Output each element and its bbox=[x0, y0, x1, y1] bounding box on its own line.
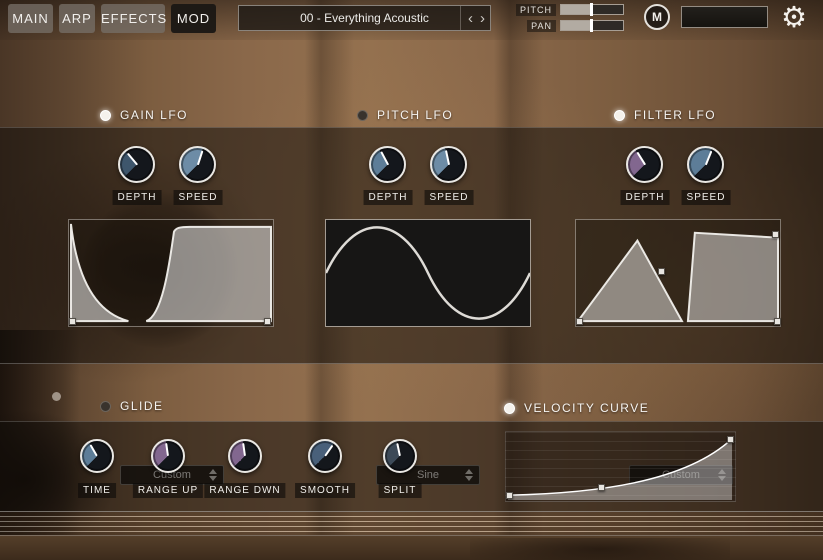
preset-prev-button[interactable]: ‹ bbox=[468, 11, 473, 26]
pitch-lfo-title: PITCH LFO bbox=[377, 108, 453, 122]
pitch-lfo-header: PITCH LFO bbox=[357, 108, 453, 122]
pitch-slider-fill bbox=[561, 5, 592, 14]
pitch-lfo-depth-knob[interactable] bbox=[369, 146, 406, 183]
knob-needle bbox=[242, 443, 246, 456]
glide-range-up-knob[interactable] bbox=[151, 439, 185, 473]
curve-handle[interactable] bbox=[69, 318, 76, 325]
gain-lfo-speed-knob[interactable] bbox=[179, 146, 216, 183]
level-meter bbox=[681, 6, 768, 28]
glide-title: GLIDE bbox=[120, 399, 164, 413]
curve-handle[interactable] bbox=[264, 318, 271, 325]
preset-nav: ‹ › bbox=[460, 6, 485, 30]
pitch-label: PITCH bbox=[516, 4, 556, 16]
tuner-decor bbox=[52, 392, 61, 401]
pitch-lfo-enable-led[interactable] bbox=[357, 110, 368, 121]
curve-handle[interactable] bbox=[658, 268, 665, 275]
pan-slider-thumb[interactable] bbox=[590, 19, 593, 32]
pitch-lfo-waveform-display[interactable] bbox=[325, 219, 531, 327]
glide-split-knob[interactable] bbox=[383, 439, 417, 473]
filter-lfo-speed-label: SPEED bbox=[682, 190, 731, 205]
velocity-curve-display[interactable] bbox=[505, 431, 736, 502]
tab-mod[interactable]: MOD bbox=[171, 4, 216, 33]
pan-label: PAN bbox=[527, 20, 556, 32]
curve-handle[interactable] bbox=[506, 492, 513, 499]
pitch-slider-thumb[interactable] bbox=[590, 3, 593, 16]
filter-lfo-depth-knob[interactable] bbox=[626, 146, 663, 183]
filter-lfo-enable-led[interactable] bbox=[614, 110, 625, 121]
lfo-panel: DEPTH SPEED Custom DEPTH SPEED bbox=[0, 127, 823, 364]
pan-slider-fill bbox=[561, 21, 592, 30]
plugin-window: MAIN ARP EFFECTS MOD 00 - Everything Aco… bbox=[0, 0, 823, 560]
glide-range-down-label: RANGE DWN bbox=[204, 483, 285, 498]
glide-header: GLIDE bbox=[100, 399, 164, 413]
glide-range-up-label: RANGE UP bbox=[133, 483, 203, 498]
curve-handle[interactable] bbox=[598, 484, 605, 491]
pan-slider[interactable] bbox=[560, 20, 624, 31]
tab-arp[interactable]: ARP bbox=[59, 4, 95, 33]
gain-lfo-enable-led[interactable] bbox=[100, 110, 111, 121]
glide-smooth-label: SMOOTH bbox=[295, 483, 355, 498]
gain-lfo-depth-knob[interactable] bbox=[118, 146, 155, 183]
settings-gear-icon[interactable]: ⚙ bbox=[781, 0, 807, 36]
knob-needle bbox=[90, 444, 98, 456]
guitar-strings-decor bbox=[0, 511, 823, 535]
glide-split-label: SPLIT bbox=[379, 483, 422, 498]
knob-needle bbox=[396, 443, 401, 456]
knob-needle bbox=[705, 151, 712, 165]
filter-lfo-waveform-display[interactable] bbox=[575, 219, 781, 327]
filter-lfo-title: FILTER LFO bbox=[634, 108, 716, 122]
mono-button[interactable]: M bbox=[644, 4, 670, 30]
preset-name: 00 - Everything Acoustic bbox=[300, 11, 429, 25]
glide-time-knob[interactable] bbox=[80, 439, 114, 473]
filter-lfo-speed-knob[interactable] bbox=[687, 146, 724, 183]
curve-handle[interactable] bbox=[772, 231, 779, 238]
filter-lfo-depth-label: DEPTH bbox=[621, 190, 670, 205]
gain-lfo-header: GAIN LFO bbox=[100, 108, 188, 122]
gain-lfo-title: GAIN LFO bbox=[120, 108, 188, 122]
tab-main[interactable]: MAIN bbox=[8, 4, 53, 33]
velocity-curve-enable-led[interactable] bbox=[504, 403, 515, 414]
knob-needle bbox=[324, 445, 333, 457]
curve-handle[interactable] bbox=[774, 318, 781, 325]
glide-smooth-knob[interactable] bbox=[308, 439, 342, 473]
curve-handle[interactable] bbox=[727, 436, 734, 443]
filter-lfo-waveform bbox=[576, 220, 780, 326]
tab-effects[interactable]: EFFECTS bbox=[101, 4, 165, 33]
gain-lfo-speed-label: SPEED bbox=[174, 190, 223, 205]
glide-enable-led[interactable] bbox=[100, 401, 111, 412]
velocity-curve bbox=[506, 432, 735, 501]
preset-next-button[interactable]: › bbox=[480, 11, 485, 26]
pitch-slider[interactable] bbox=[560, 4, 624, 15]
velocity-curve-title: VELOCITY CURVE bbox=[524, 401, 649, 415]
pitch-lfo-speed-label: SPEED bbox=[425, 190, 474, 205]
preset-selector[interactable]: 00 - Everything Acoustic ‹ › bbox=[238, 5, 491, 31]
knob-needle bbox=[197, 150, 203, 164]
knob-needle bbox=[445, 150, 450, 165]
glide-range-down-knob[interactable] bbox=[228, 439, 262, 473]
top-toolbar: MAIN ARP EFFECTS MOD 00 - Everything Aco… bbox=[0, 0, 823, 36]
gain-lfo-waveform bbox=[69, 220, 273, 326]
knob-needle bbox=[165, 443, 169, 456]
velocity-curve-header: VELOCITY CURVE bbox=[504, 401, 649, 415]
filter-lfo-header: FILTER LFO bbox=[614, 108, 716, 122]
guitar-bridge-decor bbox=[470, 538, 730, 560]
gain-lfo-depth-label: DEPTH bbox=[113, 190, 162, 205]
pitch-lfo-speed-knob[interactable] bbox=[430, 146, 467, 183]
knob-needle bbox=[380, 151, 389, 165]
gain-lfo-waveform-display[interactable] bbox=[68, 219, 274, 327]
knob-needle bbox=[126, 153, 137, 165]
curve-handle[interactable] bbox=[576, 318, 583, 325]
pitch-lfo-sine-waveform bbox=[326, 220, 530, 326]
knob-needle bbox=[636, 152, 645, 165]
glide-time-label: TIME bbox=[78, 483, 116, 498]
pitch-lfo-depth-label: DEPTH bbox=[364, 190, 413, 205]
